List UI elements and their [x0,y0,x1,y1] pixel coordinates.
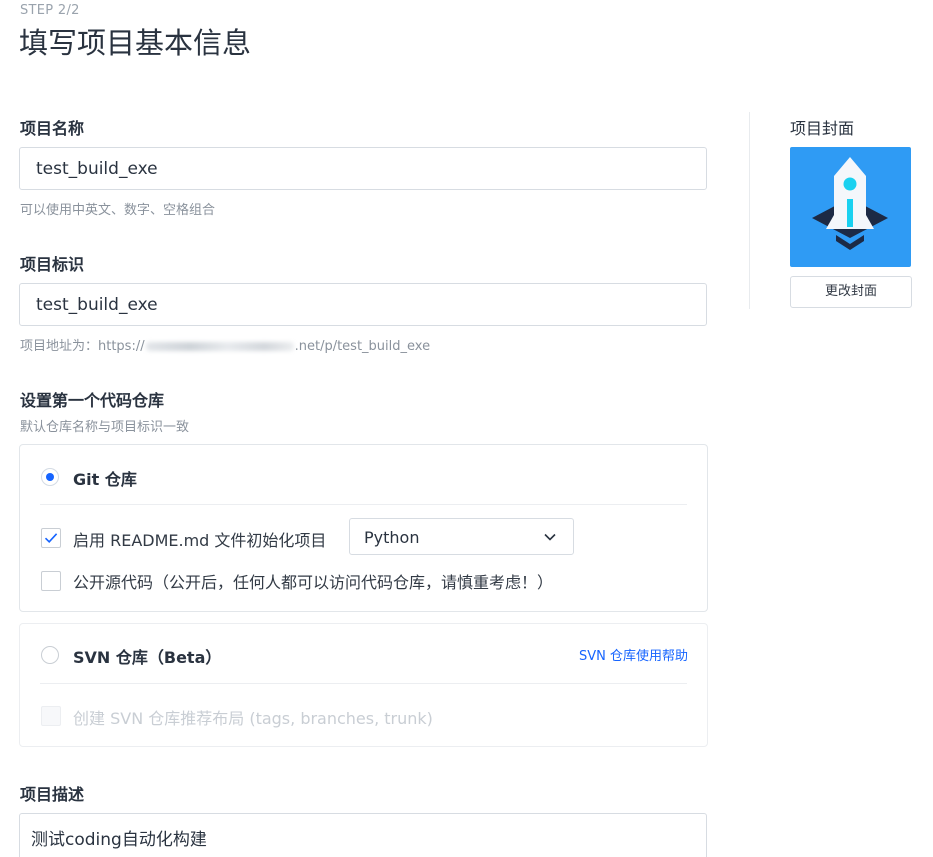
check-icon [44,533,58,543]
column-divider [749,112,750,309]
git-radio[interactable] [41,468,59,486]
project-id-input[interactable] [20,284,706,325]
step-indicator: STEP 2/2 [20,3,80,18]
page-title: 填写项目基本信息 [19,26,252,60]
description-input[interactable] [20,814,706,857]
git-repo-title: Git 仓库 [73,470,137,489]
repo-section-label: 设置第一个代码仓库 [20,391,165,410]
cover-label: 项目封面 [790,119,855,138]
rocket-icon [812,157,888,250]
project-name-hint: 可以使用中英文、数字、空格组合 [20,203,216,218]
project-name-field [19,147,707,190]
create-project-page: STEP 2/2 填写项目基本信息 项目名称 可以使用中英文、数字、空格组合 项… [0,0,933,857]
description-field [19,813,707,857]
svn-repo-title: SVN 仓库（Beta） [73,648,222,667]
language-select-value: Python [364,528,420,547]
project-name-label: 项目名称 [20,119,85,138]
project-url-hint: 项目地址为：https:// .net/p/test_build_exe [20,335,430,354]
repo-section-hint: 默认仓库名称与项目标识一致 [20,420,190,435]
svn-radio[interactable] [41,646,59,664]
language-select[interactable]: Python [349,518,574,555]
project-id-field [19,283,707,326]
readme-option-label: 启用 README.md 文件初始化项目 [73,531,327,550]
project-name-input[interactable] [20,148,706,189]
description-label: 项目描述 [20,785,85,804]
project-url-suffix: .net/p/test_build_exe [294,339,431,354]
public-source-option-label: 公开源代码（公开后，任何人都可以访问代码仓库，请慎重考虑！） [73,573,554,592]
change-cover-button[interactable]: 更改封面 [790,276,912,308]
svn-repo-card[interactable]: SVN 仓库（Beta） SVN 仓库使用帮助 创建 SVN 仓库推荐布局 (t… [19,623,708,747]
svn-card-divider [40,683,687,684]
svn-help-link[interactable]: SVN 仓库使用帮助 [579,645,688,664]
redacted-domain [145,342,294,351]
git-card-divider [40,504,687,505]
cover-image [790,147,911,267]
svn-layout-checkbox [41,706,61,726]
svn-layout-option-label: 创建 SVN 仓库推荐布局 (tags, branches, trunk) [73,709,433,728]
project-id-label: 项目标识 [20,255,85,274]
public-source-checkbox[interactable] [41,571,61,591]
readme-checkbox[interactable] [41,528,61,548]
git-repo-card[interactable]: Git 仓库 启用 README.md 文件初始化项目 Python 公开源代码… [19,444,708,612]
chevron-down-icon [544,533,556,541]
project-url-prefix: 项目地址为：https:// [20,339,145,354]
